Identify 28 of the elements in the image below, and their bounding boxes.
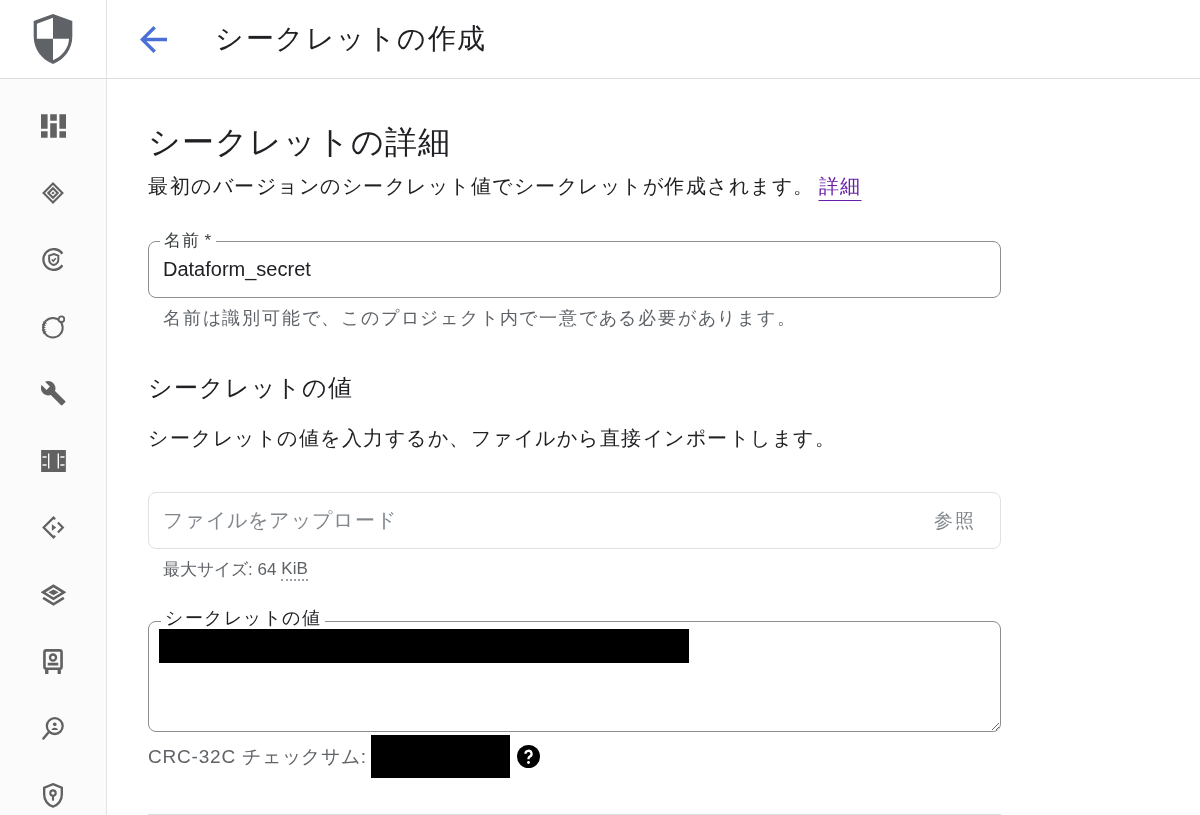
wrench-icon[interactable] [40, 381, 66, 406]
details-link[interactable]: 詳細 [818, 175, 862, 197]
person-search-icon[interactable] [41, 717, 65, 740]
shield-ring-icon[interactable] [41, 248, 65, 271]
browse-button[interactable]: 参照 [934, 503, 975, 538]
description-text: シークレットの値を入力するか、ファイルから直接インポートします。 [148, 426, 837, 451]
unit-abbreviation: KiB [281, 559, 308, 581]
film-strip-icon[interactable] [40, 449, 66, 472]
shield-icon [32, 14, 74, 64]
helper-text: 名前は識別可能で、このプロジェクト内で一意である必要があります。 [163, 307, 798, 330]
section-heading: シークレットの詳細 [148, 123, 452, 162]
page-title: シークレットの作成 [215, 22, 487, 56]
shield-key-icon[interactable] [43, 783, 63, 808]
diamond-play-icon[interactable] [41, 516, 65, 539]
field-label: 名前 * [160, 231, 216, 251]
size-limit-text: 最大サイズ: 64 [163, 559, 277, 581]
nested-diamond-icon[interactable] [42, 181, 64, 204]
help-icon[interactable] [516, 745, 540, 768]
person-frame-icon[interactable] [43, 649, 63, 674]
checksum-label: CRC-32C チェックサム: [148, 744, 367, 769]
section-heading: シークレットの値 [148, 373, 355, 403]
dashboard-icon[interactable] [40, 113, 66, 138]
description-text: 最初のバージョンのシークレット値でシークレットが作成されます。 [148, 175, 815, 197]
layers-icon[interactable] [40, 583, 66, 606]
file-upload-field[interactable]: ファイルをアップロード 参照 [148, 492, 1001, 549]
field-label: シークレットの値 [161, 608, 325, 628]
dotted-ring-icon[interactable] [41, 314, 65, 339]
back-arrow-icon[interactable] [140, 25, 167, 53]
